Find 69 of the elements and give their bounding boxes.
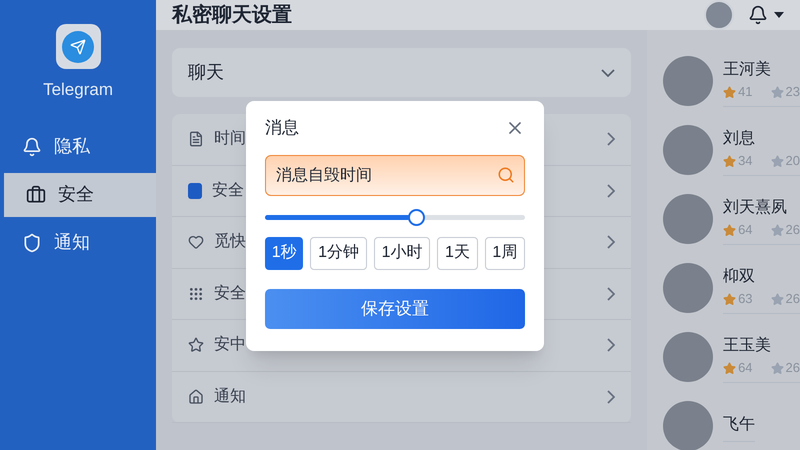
star-icon [770,224,784,236]
row-icon [188,337,204,354]
notification-bell-icon[interactable] [748,5,768,25]
star-count: 20 [786,152,800,170]
row-icon [188,131,204,148]
star-icon [723,154,736,168]
star-count: 63 [738,290,753,308]
contact-name: 刘天熹夙 [723,198,788,218]
star-icon [770,362,784,374]
badge-icon [188,182,202,199]
star-count: 34 [738,152,753,170]
slider-thumb[interactable] [408,208,425,226]
star-count: 26 [786,221,800,240]
star-count: 26 [786,359,800,378]
star-count: 23 [786,83,800,102]
contact-name: 飞午 [723,415,756,435]
contact-name: 刘息 [723,128,756,150]
row-icon [188,286,204,302]
slider-track[interactable] [265,208,525,226]
duration-option[interactable]: 1秒 [265,236,304,270]
user-avatar[interactable] [704,0,734,30]
sidebar-item[interactable]: 通知 [0,220,156,264]
app-logo-icon [56,24,101,69]
save-settings-button[interactable]: 保存设置 [265,288,525,328]
chevron-right-icon [607,132,616,146]
page-title: 私密聊天设置 [172,2,294,28]
chevron-right-icon [607,235,616,250]
settings-row[interactable]: 通知 [172,372,632,423]
chevron-down-icon [601,68,616,76]
contact-row[interactable]: 王玉美 64 26 [663,322,800,391]
contact-row[interactable]: 枊双 63 26 [663,253,800,322]
nav-icon [22,136,42,156]
star-icon [770,86,784,98]
chevron-right-icon [607,184,616,198]
chevron-right-icon [607,286,616,301]
star-icon [770,292,784,306]
star-icon [723,224,736,236]
star-count: 64 [738,221,753,240]
duration-option[interactable]: 1分钟 [310,236,367,270]
search-icon [497,166,515,184]
star-icon [723,292,736,306]
row-icon [188,234,204,250]
sidebar-item[interactable]: 隐私 [0,124,156,168]
dialog-title: 消息 [265,117,300,139]
star-count: 41 [738,83,753,102]
search-field[interactable]: 消息自毁时间 [265,154,525,196]
contact-row[interactable]: 刘天熹夙 64 26 [663,184,800,253]
contact-row[interactable]: 刘息 34 20 [663,115,800,184]
star-icon [770,154,784,168]
duration-option[interactable]: 1天 [437,236,478,270]
contact-row[interactable]: 飞午 [663,391,800,450]
duration-option[interactable]: 1小时 [374,236,430,270]
chevron-right-icon [607,338,616,352]
dropdown-caret-icon[interactable] [774,12,784,18]
chat-dropdown[interactable]: 聊天 [172,48,632,97]
star-icon [723,86,736,98]
contact-name: 王河美 [723,60,772,80]
nav-icon [22,232,42,252]
contact-name: 枊双 [723,267,756,288]
contact-name: 王玉美 [723,336,772,356]
duration-option[interactable]: 1周 [484,236,526,270]
star-count: 64 [738,359,753,378]
star-count: 26 [786,290,800,308]
chevron-right-icon [607,390,616,404]
star-icon [723,362,736,374]
row-icon [188,388,204,405]
app-name: Telegram [43,79,113,101]
nav-icon [26,184,46,204]
contact-row[interactable]: 王河美 41 23 [663,46,800,115]
